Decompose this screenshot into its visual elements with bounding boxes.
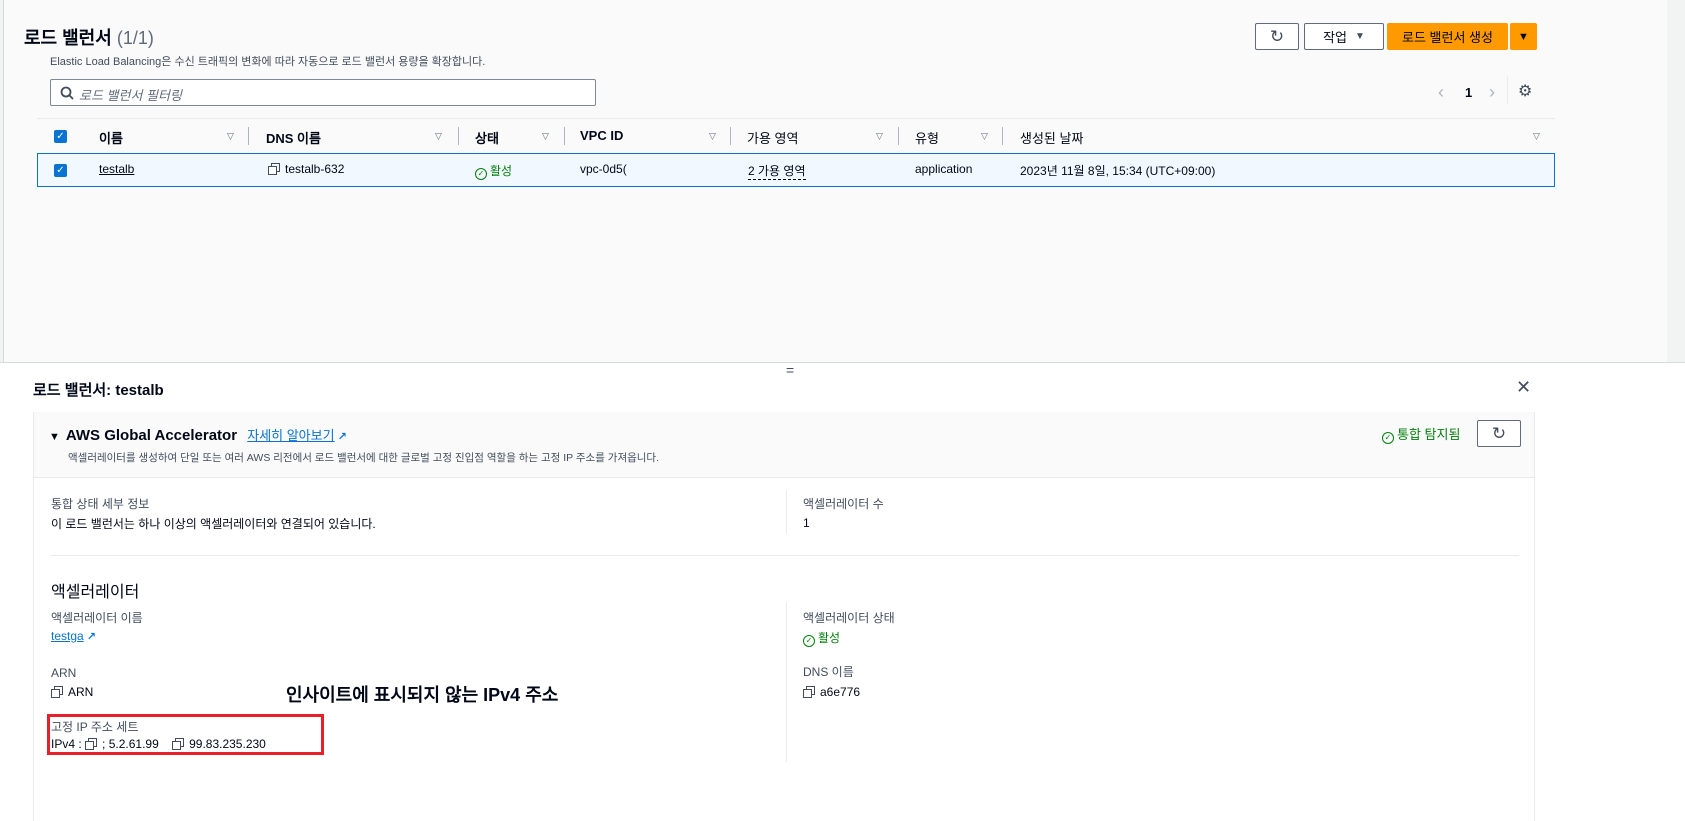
copy-icon[interactable] <box>85 738 98 750</box>
page-description: Elastic Load Balancing은 수신 트래픽의 변화에 따라 자… <box>50 56 486 68</box>
learn-more-link[interactable]: 자세히 알아보기 <box>247 428 334 443</box>
arn-label: ARN <box>51 666 77 680</box>
accel-status: 활성 <box>818 631 841 645</box>
close-icon[interactable]: ✕ <box>1516 377 1531 398</box>
row-checkbox[interactable]: ✓ <box>54 164 67 177</box>
caret-down-icon: ▼ <box>1518 30 1529 43</box>
sort-icon[interactable]: ▽ <box>1533 131 1540 142</box>
copy-icon[interactable] <box>172 738 185 750</box>
column-header-name[interactable]: 이름 <box>99 128 123 147</box>
static-ip-label: 고정 IP 주소 세트 <box>51 720 139 734</box>
detail-title: 로드 밸런서: testalb <box>33 382 164 399</box>
global-accelerator-section: ▼ AWS Global Accelerator 자세히 알아보기 ↗ 액셀러레이터… <box>33 412 1535 821</box>
refresh-icon: ↻ <box>1269 26 1285 46</box>
page-title: 로드 밸런서 (1/1) <box>24 28 154 48</box>
arn-value: ARN <box>68 685 94 699</box>
create-dropdown-button[interactable]: ▼ <box>1510 23 1537 50</box>
section-description: 액셀러레이터를 생성하여 단일 또는 여러 AWS 리전에서 로드 밸런서에 대… <box>68 452 660 464</box>
created-date: 2023년 11월 8일, 15:34 (UTC+09:00) <box>1020 164 1216 178</box>
dns-label: DNS 이름 <box>803 665 854 679</box>
column-header-az[interactable]: 가용 영역 <box>747 128 798 147</box>
create-load-balancer-button[interactable]: 로드 밸런서 생성 <box>1387 23 1508 50</box>
column-header-dns[interactable]: DNS 이름 <box>266 128 321 147</box>
filter-input[interactable]: 로드 밸런서 필터링 <box>50 79 596 106</box>
integration-status: 통합 탐지됨 <box>1397 427 1461 442</box>
copy-icon[interactable] <box>803 686 815 698</box>
divider <box>51 555 1519 556</box>
column-header-type[interactable]: 유형 <box>915 128 939 147</box>
copy-icon[interactable] <box>51 686 63 698</box>
refresh-icon: ↻ <box>1491 423 1507 443</box>
status-success-icon: ✓ <box>803 635 815 647</box>
prev-page-button[interactable]: ‹ <box>1438 82 1444 103</box>
integration-value: 이 로드 밸런서는 하나 이상의 액셀러레이터와 연결되어 있습니다. <box>51 517 376 531</box>
dns-name: testalb-632 <box>285 162 345 176</box>
accelerator-link[interactable]: testga <box>51 629 84 643</box>
column-header-created[interactable]: 생성된 날짜 <box>1020 128 1083 147</box>
table-row[interactable]: ✓ testalb testalb-632 ✓ 활성 vpc-0d5( 2 가용 … <box>37 153 1555 187</box>
search-icon <box>60 86 74 100</box>
divider <box>786 602 787 762</box>
load-balancer-name-link[interactable]: testalb <box>99 162 134 176</box>
sort-icon[interactable]: ▽ <box>709 131 716 142</box>
column-header-vpc[interactable]: VPC ID <box>580 128 623 143</box>
accel-name-label: 액셀러레이터 이름 <box>51 611 143 625</box>
next-page-button[interactable]: › <box>1489 82 1495 103</box>
sort-icon[interactable]: ▽ <box>981 131 988 142</box>
collapse-caret-icon[interactable]: ▼ <box>49 431 60 443</box>
ipv4-address: ; 5.2.61.99 <box>102 737 159 751</box>
divider <box>1507 76 1508 104</box>
select-all-checkbox[interactable]: ✓ <box>54 130 67 143</box>
resize-handle[interactable]: = <box>786 362 794 378</box>
caret-down-icon: ▼ <box>1355 31 1365 42</box>
integration-label: 통합 상태 세부 정보 <box>51 497 150 511</box>
sort-icon[interactable]: ▽ <box>435 131 442 142</box>
lb-type: application <box>915 162 973 176</box>
sort-icon[interactable]: ▽ <box>227 131 234 142</box>
column-header-status[interactable]: 상태 <box>475 128 499 147</box>
scrollbar-gutter <box>1667 0 1685 362</box>
load-balancer-list-panel: 로드 밸런서 (1/1) Elastic Load Balancing은 수신 … <box>3 0 1667 362</box>
status-success-icon: ✓ <box>475 168 487 180</box>
sort-icon[interactable]: ▽ <box>876 131 883 142</box>
refresh-button[interactable]: ↻ <box>1477 420 1521 447</box>
vpc-id: vpc-0d5( <box>580 162 627 176</box>
sort-icon[interactable]: ▽ <box>542 131 549 142</box>
dns-value: a6e776 <box>820 685 861 699</box>
status-badge: 활성 <box>490 164 513 178</box>
copy-icon[interactable] <box>268 163 280 175</box>
external-link-icon: ↗ <box>337 431 347 443</box>
current-page[interactable]: 1 <box>1465 85 1472 100</box>
refresh-button[interactable]: ↻ <box>1255 23 1299 50</box>
actions-button[interactable]: 작업 ▼ <box>1304 23 1384 50</box>
section-heading: AWS Global Accelerator <box>65 427 238 444</box>
accel-count-label: 액셀러레이터 수 <box>803 497 884 511</box>
table-header: ✓ 이름 ▽ DNS 이름 ▽ 상태 ▽ VPC ID ▽ 가용 영역 ▽ 유형 ▽ 생성된… <box>37 118 1555 153</box>
external-link-icon: ↗ <box>86 631 96 643</box>
availability-zones-popover[interactable]: 2 가용 영역 <box>748 162 806 180</box>
status-success-icon: ✓ <box>1382 432 1394 444</box>
annotation-text: 인사이트에 표시되지 않는 IPv4 주소 <box>286 685 559 705</box>
accelerator-heading: 액셀러레이터 <box>51 584 140 601</box>
ipv4-prefix: IPv4 : <box>51 737 82 751</box>
accel-count: 1 <box>803 516 810 530</box>
divider <box>786 490 787 534</box>
accel-status-label: 액셀러레이터 상태 <box>803 611 895 625</box>
ipv4-address: 99.83.235.230 <box>189 737 266 751</box>
settings-gear-icon[interactable]: ⚙ <box>1518 81 1532 101</box>
